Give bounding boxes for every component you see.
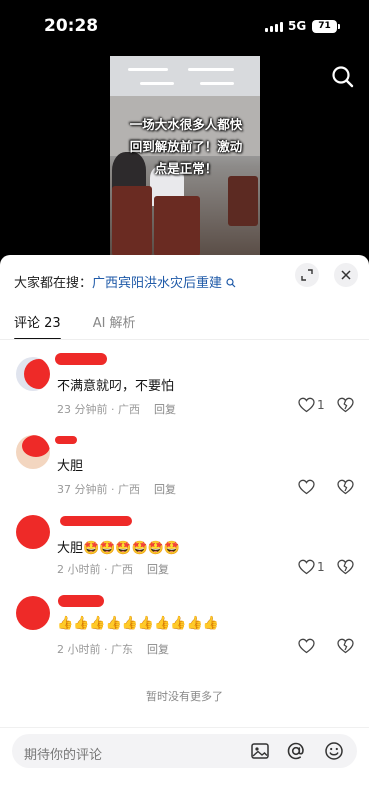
comment-meta: 37 分钟前 · 广西 回复	[57, 481, 176, 497]
video-lamp	[128, 68, 168, 71]
trending-link[interactable]: 广西宾阳洪水灾后重建	[92, 276, 222, 291]
comment-text: 大胆	[57, 459, 84, 474]
video-player[interactable]: 一场大水很多人都快回到解放前了！激动点是正常！	[110, 56, 260, 256]
avatar[interactable]	[16, 435, 50, 469]
video-lamp	[200, 82, 234, 85]
like-button[interactable]: 1	[298, 559, 325, 575]
like-count: 1	[317, 560, 325, 574]
comment-tabs: 评论 23 AI 解析	[14, 312, 136, 340]
avatar[interactable]	[16, 357, 50, 391]
search-icon	[226, 278, 236, 288]
avatar-redaction	[24, 359, 50, 389]
comment-placeholder: 期待你的评论	[24, 748, 103, 763]
comment-meta: 23 分钟前 · 广西 回复	[57, 401, 176, 417]
expand-icon	[301, 269, 313, 281]
video-caption: 一场大水很多人都快回到解放前了！激动点是正常！	[129, 117, 243, 176]
video-lamp	[188, 68, 234, 71]
close-icon	[341, 270, 351, 280]
tab-comments[interactable]: 评论 23	[14, 312, 61, 340]
heart-icon	[298, 479, 315, 495]
reply-button[interactable]: 回复	[147, 643, 169, 656]
broken-heart-icon	[337, 638, 354, 654]
username-redaction	[58, 595, 104, 607]
avatar[interactable]	[16, 596, 50, 630]
comment-time: 2 小时前 · 广西	[57, 563, 133, 576]
dislike-button[interactable]	[337, 479, 354, 499]
comment-input-bar: 期待你的评论	[0, 727, 369, 800]
comment-time: 2 小时前 · 广东	[57, 643, 133, 656]
comment-meta: 2 小时前 · 广东 回复	[57, 641, 169, 657]
broken-heart-icon	[337, 559, 354, 575]
at-icon	[287, 742, 304, 760]
username-redaction	[55, 353, 107, 365]
smiley-icon	[325, 742, 343, 760]
comment-sheet: 大家都在搜：广西宾阳洪水灾后重建 评论 23 AI 解析 不满意就叼，不要怕 2…	[0, 255, 369, 800]
heart-icon	[298, 397, 315, 413]
video-chair	[228, 176, 258, 226]
comment-item: 大胆🤩🤩🤩🤩🤩🤩 2 小时前 · 广西 回复 1	[0, 513, 369, 593]
comment-item: 大胆 37 分钟前 · 广西 回复	[0, 433, 369, 513]
dislike-button[interactable]	[337, 638, 354, 658]
comment-meta: 2 小时前 · 广西 回复	[57, 561, 169, 577]
signal-icon	[265, 22, 283, 32]
battery-icon: 71	[312, 20, 340, 33]
username-redaction	[55, 436, 77, 444]
mention-button[interactable]	[286, 741, 306, 761]
network-type: 5G	[288, 19, 307, 33]
divider	[0, 339, 369, 340]
comment-text: 大胆🤩🤩🤩🤩🤩🤩	[57, 541, 181, 556]
heart-icon	[298, 559, 315, 575]
like-button[interactable]	[298, 479, 317, 495]
like-button[interactable]	[298, 638, 317, 654]
username-redaction	[60, 516, 132, 526]
broken-heart-icon	[337, 479, 354, 495]
comment-input[interactable]: 期待你的评论	[12, 734, 357, 768]
trending-prefix: 大家都在搜：	[14, 276, 93, 291]
like-count: 1	[317, 398, 325, 412]
comment-time: 37 分钟前 · 广西	[57, 483, 140, 496]
video-lamp	[140, 82, 174, 85]
comment-text: 👍👍👍👍👍👍👍👍👍👍	[57, 616, 219, 631]
trending-search[interactable]: 大家都在搜：广西宾阳洪水灾后重建	[14, 272, 236, 291]
no-more-text: 暂时没有更多了	[146, 690, 223, 703]
reply-button[interactable]: 回复	[154, 403, 176, 416]
reply-button[interactable]: 回复	[147, 563, 169, 576]
search-icon	[332, 66, 354, 88]
search-button[interactable]	[330, 64, 356, 90]
heart-icon	[298, 638, 315, 654]
comment-text: 不满意就叼，不要怕	[57, 379, 175, 394]
emoji-button[interactable]	[324, 741, 344, 761]
image-button[interactable]	[250, 741, 270, 761]
broken-heart-icon	[337, 397, 354, 413]
dislike-button[interactable]	[337, 559, 354, 579]
tab-ai-analysis[interactable]: AI 解析	[93, 312, 136, 331]
image-icon	[251, 743, 269, 759]
dislike-button[interactable]	[337, 397, 354, 417]
status-time: 20:28	[44, 16, 99, 36]
status-bar: 20:28 5G 71	[0, 0, 369, 52]
comment-item: 不满意就叼，不要怕 23 分钟前 · 广西 回复 1	[0, 351, 369, 431]
video-chair	[112, 186, 152, 256]
comment-time: 23 分钟前 · 广西	[57, 403, 140, 416]
reply-button[interactable]: 回复	[154, 483, 176, 496]
avatar[interactable]	[16, 515, 50, 549]
like-button[interactable]: 1	[298, 397, 325, 413]
avatar-redaction	[22, 435, 50, 457]
video-chair	[154, 196, 200, 256]
expand-button[interactable]	[295, 263, 319, 287]
comment-item: 👍👍👍👍👍👍👍👍👍👍 2 小时前 · 广东 回复	[0, 592, 369, 672]
video-ceiling	[110, 56, 260, 96]
close-button[interactable]	[334, 263, 358, 287]
